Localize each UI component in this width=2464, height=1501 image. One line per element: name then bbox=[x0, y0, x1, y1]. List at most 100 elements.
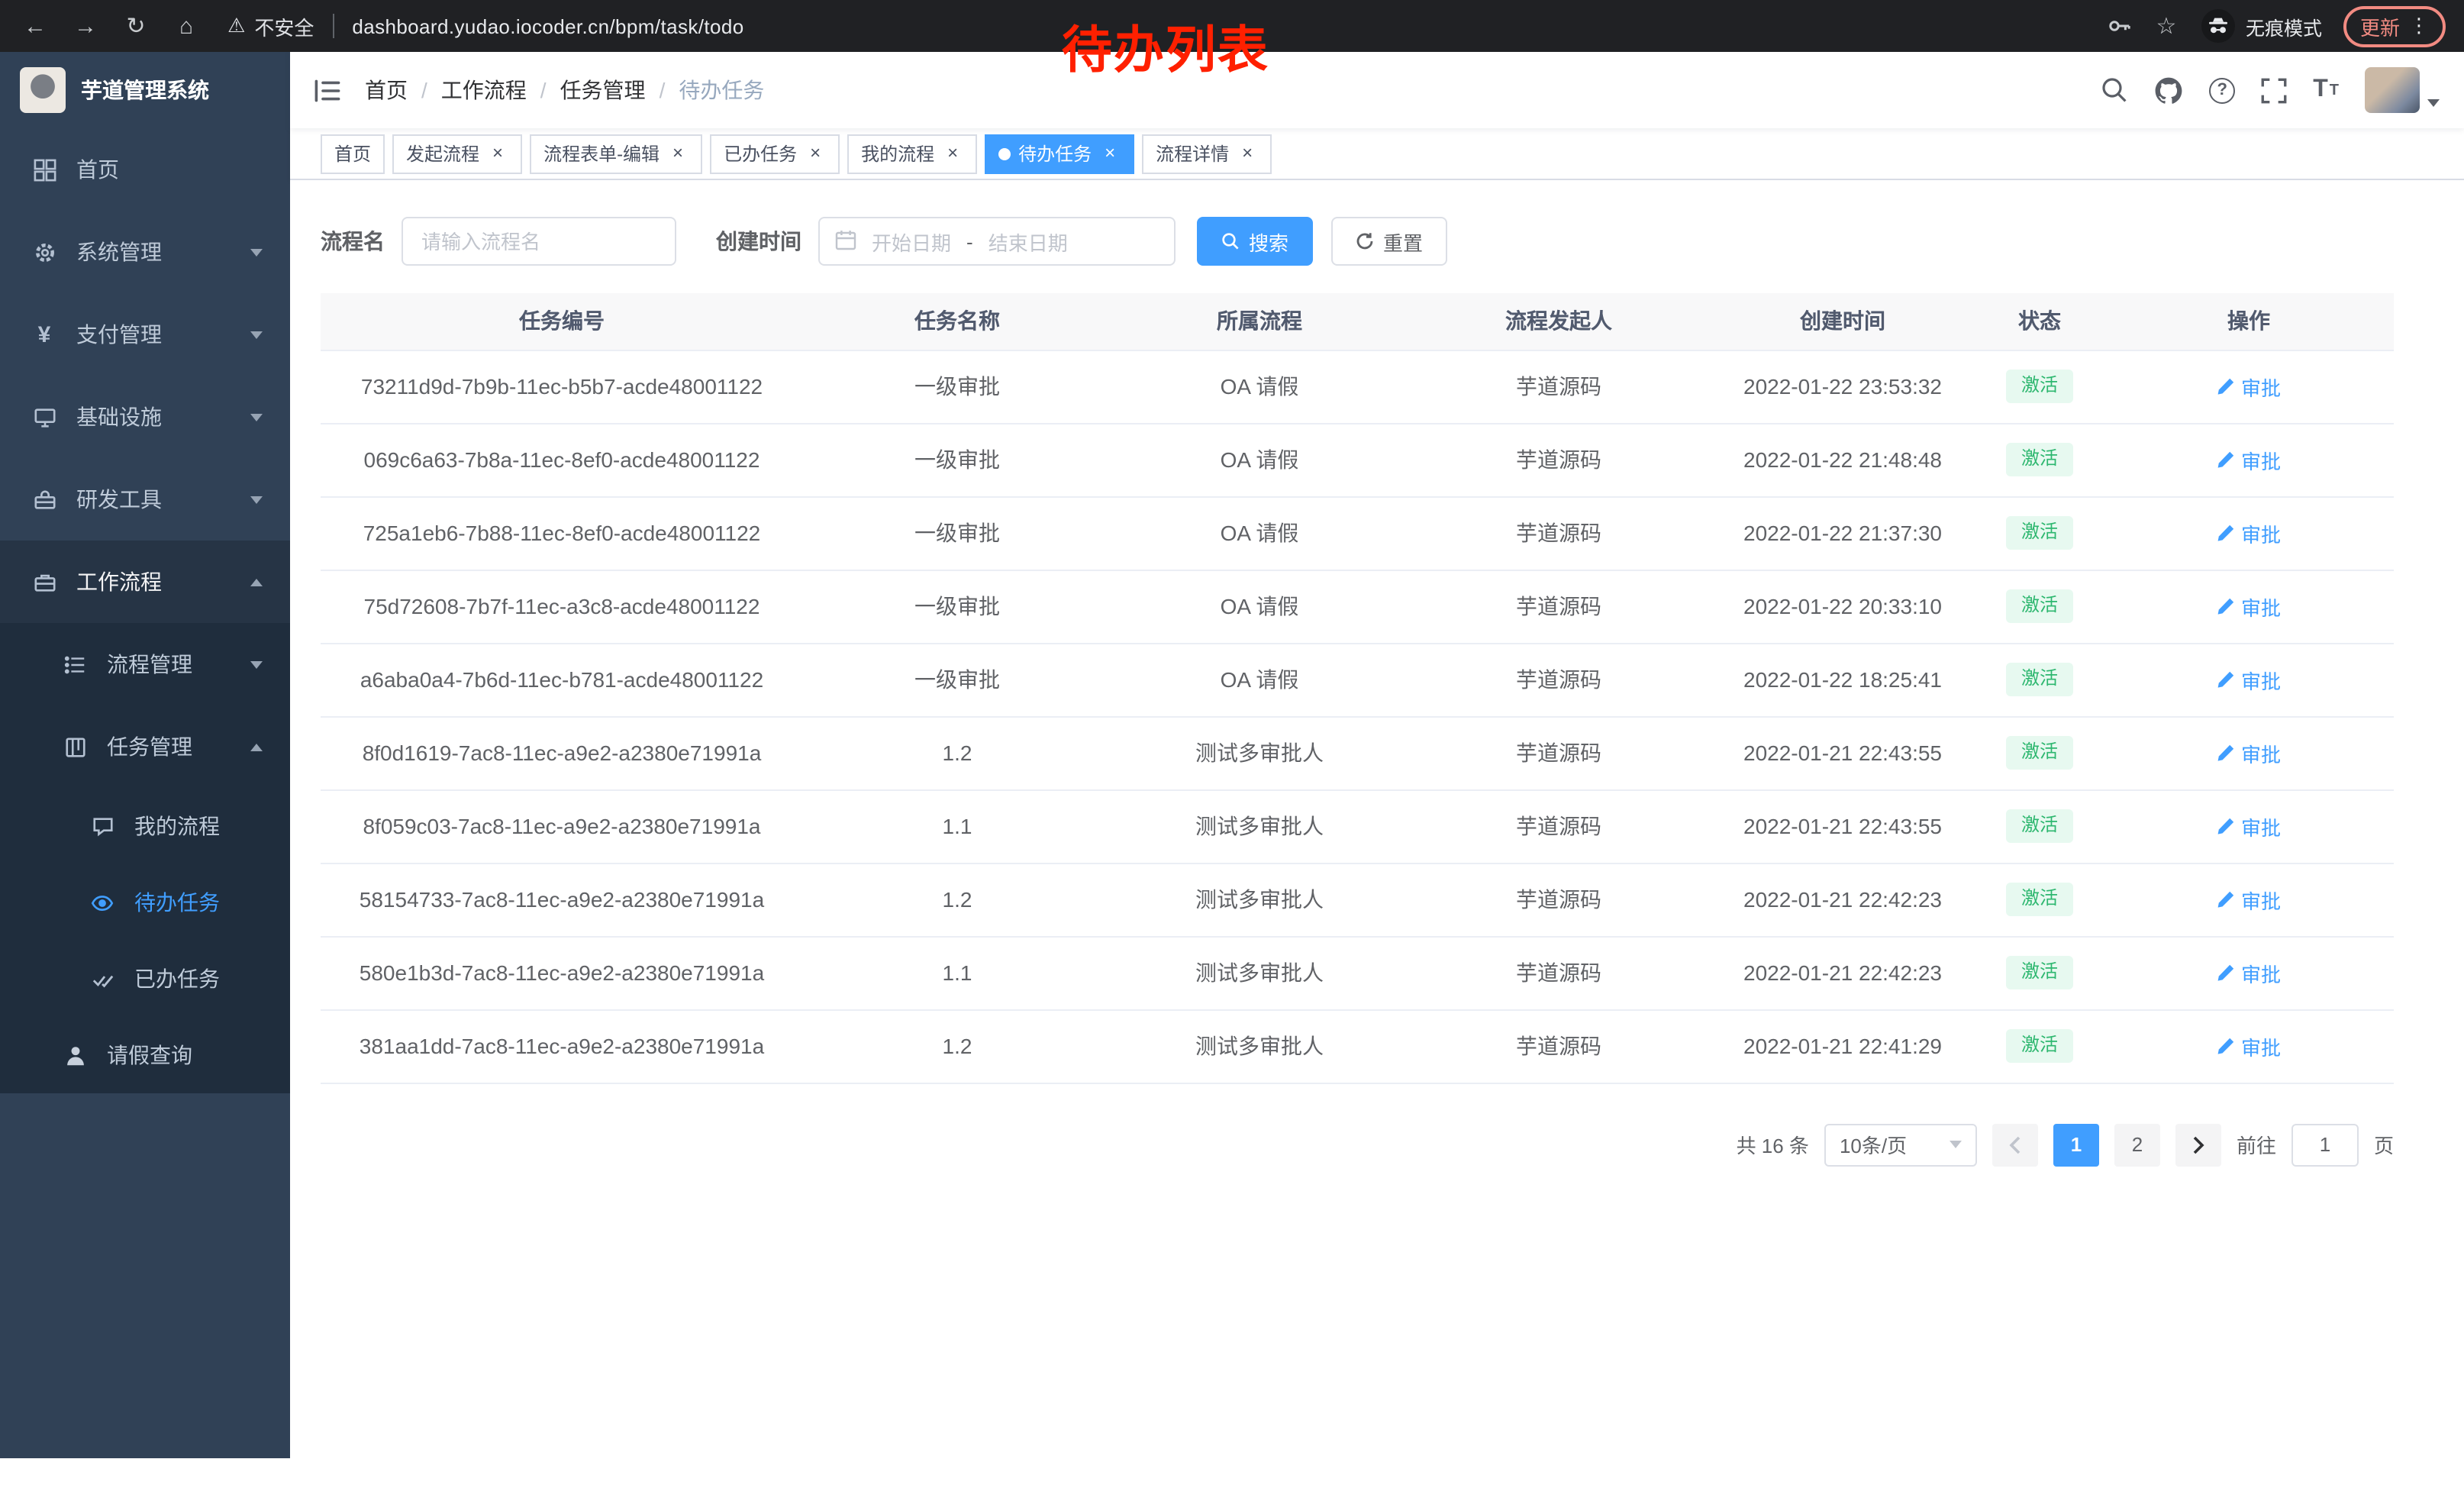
security-label: 不安全 bbox=[254, 11, 314, 40]
cell-task-id: 58154733-7ac8-11ec-a9e2-a2380e71991a bbox=[321, 863, 803, 936]
tab-close-icon[interactable]: × bbox=[805, 143, 826, 164]
sidebar-item-workflow[interactable]: 工作流程 bbox=[0, 541, 290, 623]
tab-close-icon[interactable]: × bbox=[1237, 143, 1258, 164]
breadcrumb-item[interactable]: 工作流程 bbox=[441, 75, 527, 105]
cell-process: 测试多审批人 bbox=[1111, 789, 1408, 863]
eye-icon bbox=[89, 891, 116, 914]
tab-close-icon[interactable]: × bbox=[942, 143, 963, 164]
cell-create-time: 2022-01-21 22:43:55 bbox=[1710, 789, 1975, 863]
sidebar-item-system[interactable]: 系统管理 bbox=[0, 211, 290, 293]
sidebar-item-todo-tasks[interactable]: 待办任务 bbox=[0, 864, 290, 941]
sidebar-item-payment[interactable]: ¥ 支付管理 bbox=[0, 293, 290, 376]
approve-link[interactable]: 审批 bbox=[2217, 1031, 2281, 1060]
cell-create-time: 2022-01-21 22:43:55 bbox=[1710, 716, 1975, 789]
sidebar-item-my-process[interactable]: 我的流程 bbox=[0, 788, 290, 864]
tab-home[interactable]: 首页 bbox=[321, 134, 385, 173]
tab-label: 流程详情 bbox=[1156, 140, 1229, 166]
date-range-picker[interactable]: 开始日期 - 结束日期 bbox=[818, 217, 1176, 266]
chat-person-icon bbox=[89, 815, 116, 838]
help-icon[interactable]: ? bbox=[2209, 77, 2235, 103]
github-icon[interactable] bbox=[2154, 76, 2183, 105]
column-task-name: 任务名称 bbox=[803, 293, 1111, 350]
fullscreen-icon[interactable] bbox=[2261, 77, 2287, 103]
url-text[interactable]: dashboard.yudao.iocoder.cn/bpm/task/todo bbox=[352, 15, 743, 37]
prev-page-button[interactable] bbox=[1992, 1123, 2038, 1166]
goto-page-input[interactable] bbox=[2291, 1123, 2359, 1166]
tab-todo-tasks[interactable]: 待办任务 × bbox=[985, 134, 1134, 173]
tab-done-tasks[interactable]: 已办任务 × bbox=[710, 134, 840, 173]
user-menu[interactable] bbox=[2365, 67, 2440, 113]
chevron-down-icon bbox=[250, 660, 263, 668]
process-name-input[interactable] bbox=[402, 217, 676, 266]
page-button-1[interactable]: 1 bbox=[2053, 1123, 2099, 1166]
chevron-down-icon bbox=[250, 413, 263, 421]
page-content: 流程名 创建时间 开始日期 - 结束日期 bbox=[290, 180, 2464, 1501]
top-navbar: 首页 / 工作流程 / 任务管理 / 待办任务 bbox=[290, 52, 2464, 128]
next-page-button[interactable] bbox=[2175, 1123, 2221, 1166]
approve-link[interactable]: 审批 bbox=[2217, 958, 2281, 987]
sidebar-item-process-management[interactable]: 流程管理 bbox=[0, 623, 290, 705]
tab-form-edit[interactable]: 流程表单-编辑 × bbox=[530, 134, 702, 173]
briefcase-icon bbox=[31, 570, 58, 593]
sidebar-item-infrastructure[interactable]: 基础设施 bbox=[0, 376, 290, 458]
sidebar-item-devtools[interactable]: 研发工具 bbox=[0, 458, 290, 541]
logo[interactable]: 芋道管理系统 bbox=[0, 52, 290, 128]
reset-button[interactable]: 重置 bbox=[1331, 217, 1447, 266]
approve-link[interactable]: 审批 bbox=[2217, 592, 2281, 621]
approve-link[interactable]: 审批 bbox=[2217, 738, 2281, 767]
page-button-2[interactable]: 2 bbox=[2114, 1123, 2160, 1166]
page-size-select[interactable]: 10条/页 bbox=[1824, 1123, 1977, 1166]
approve-link[interactable]: 审批 bbox=[2217, 665, 2281, 694]
font-size-icon[interactable]: TT bbox=[2313, 78, 2339, 102]
tab-close-icon[interactable]: × bbox=[487, 143, 508, 164]
cell-task-name: 一级审批 bbox=[803, 570, 1111, 643]
approve-link[interactable]: 审批 bbox=[2217, 518, 2281, 547]
sidebar-item-home[interactable]: 首页 bbox=[0, 128, 290, 211]
approve-link[interactable]: 审批 bbox=[2217, 812, 2281, 841]
column-task-id: 任务编号 bbox=[321, 293, 803, 350]
status-badge: 激活 bbox=[2006, 883, 2073, 915]
update-button[interactable]: 更新 ⋮ bbox=[2343, 5, 2446, 47]
cell-initiator: 芋道源码 bbox=[1408, 863, 1710, 936]
tab-close-icon[interactable]: × bbox=[1099, 143, 1121, 164]
breadcrumb-separator: / bbox=[660, 78, 666, 102]
collapse-sidebar-button[interactable] bbox=[290, 79, 365, 102]
cell-process: 测试多审批人 bbox=[1111, 936, 1408, 1009]
tab-my-process[interactable]: 我的流程 × bbox=[847, 134, 977, 173]
site-security-indicator[interactable]: ⚠ 不安全 bbox=[227, 11, 314, 40]
search-button[interactable]: 搜索 bbox=[1197, 217, 1313, 266]
table-row: 58154733-7ac8-11ec-a9e2-a2380e71991a 1.2… bbox=[321, 863, 2394, 936]
sidebar-item-leave-query[interactable]: 请假查询 bbox=[0, 1017, 290, 1093]
table-row: a6aba0a4-7b6d-11ec-b781-acde48001122 一级审… bbox=[321, 643, 2394, 716]
cell-initiator: 芋道源码 bbox=[1408, 570, 1710, 643]
browser-back-button[interactable]: ← bbox=[21, 13, 49, 39]
breadcrumb-separator: / bbox=[421, 78, 427, 102]
approve-link[interactable]: 审批 bbox=[2217, 445, 2281, 474]
edit-icon bbox=[2217, 890, 2235, 909]
approve-label: 审批 bbox=[2241, 518, 2281, 547]
sidebar-item-task-management[interactable]: 任务管理 bbox=[0, 705, 290, 788]
approve-link[interactable]: 审批 bbox=[2217, 372, 2281, 401]
tab-process-detail[interactable]: 流程详情 × bbox=[1142, 134, 1272, 173]
browser-home-button[interactable]: ⌂ bbox=[173, 13, 200, 39]
key-icon[interactable] bbox=[2107, 14, 2131, 38]
bookmark-star-icon[interactable]: ☆ bbox=[2153, 12, 2180, 40]
tab-label: 待办任务 bbox=[1018, 140, 1092, 166]
tab-label: 已办任务 bbox=[724, 140, 797, 166]
cell-initiator: 芋道源码 bbox=[1408, 1009, 1710, 1083]
browser-forward-button[interactable]: → bbox=[72, 13, 99, 39]
approve-link[interactable]: 审批 bbox=[2217, 885, 2281, 914]
kanban-icon bbox=[61, 735, 89, 758]
tab-close-icon[interactable]: × bbox=[667, 143, 689, 164]
table-row: 75d72608-7b7f-11ec-a3c8-acde48001122 一级审… bbox=[321, 570, 2394, 643]
breadcrumb-item[interactable]: 首页 bbox=[365, 75, 408, 105]
table-row: 069c6a63-7b8a-11ec-8ef0-acde48001122 一级审… bbox=[321, 423, 2394, 496]
search-icon[interactable] bbox=[2101, 76, 2128, 104]
security-warning-icon: ⚠ bbox=[227, 14, 245, 38]
status-badge: 激活 bbox=[2006, 809, 2073, 842]
browser-refresh-button[interactable]: ↻ bbox=[122, 12, 150, 40]
tab-initiate-process[interactable]: 发起流程 × bbox=[392, 134, 522, 173]
breadcrumb-item[interactable]: 任务管理 bbox=[560, 75, 646, 105]
sidebar-item-done-tasks[interactable]: 已办任务 bbox=[0, 941, 290, 1017]
tab-label: 发起流程 bbox=[406, 140, 479, 166]
